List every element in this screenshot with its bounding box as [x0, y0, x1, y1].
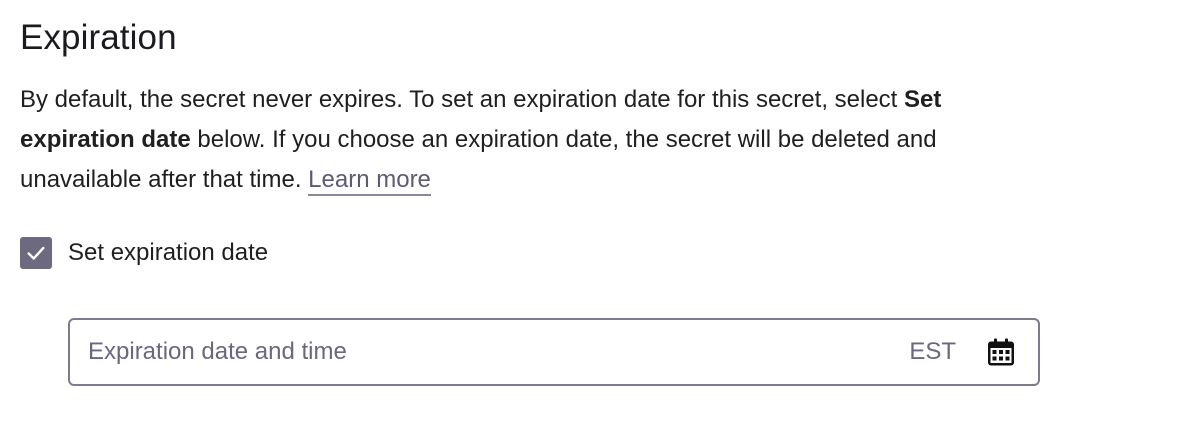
set-expiration-label[interactable]: Set expiration date: [68, 239, 268, 267]
set-expiration-checkbox-row[interactable]: Set expiration date: [20, 236, 268, 270]
expiration-section: Expiration By default, the secret never …: [20, 14, 1120, 200]
calendar-icon[interactable]: [986, 337, 1016, 367]
section-title: Expiration: [20, 18, 177, 57]
section-description: By default, the secret never expires. To…: [20, 80, 1030, 200]
learn-more-link[interactable]: Learn more: [308, 166, 431, 196]
checkmark-icon: [27, 246, 45, 260]
timezone-label: EST: [909, 338, 956, 365]
expiration-date-field[interactable]: EST: [68, 318, 1040, 386]
set-expiration-checkbox[interactable]: [20, 237, 52, 269]
description-text-1: By default, the secret never expires. To…: [20, 86, 905, 113]
expiration-date-input[interactable]: [70, 320, 910, 384]
